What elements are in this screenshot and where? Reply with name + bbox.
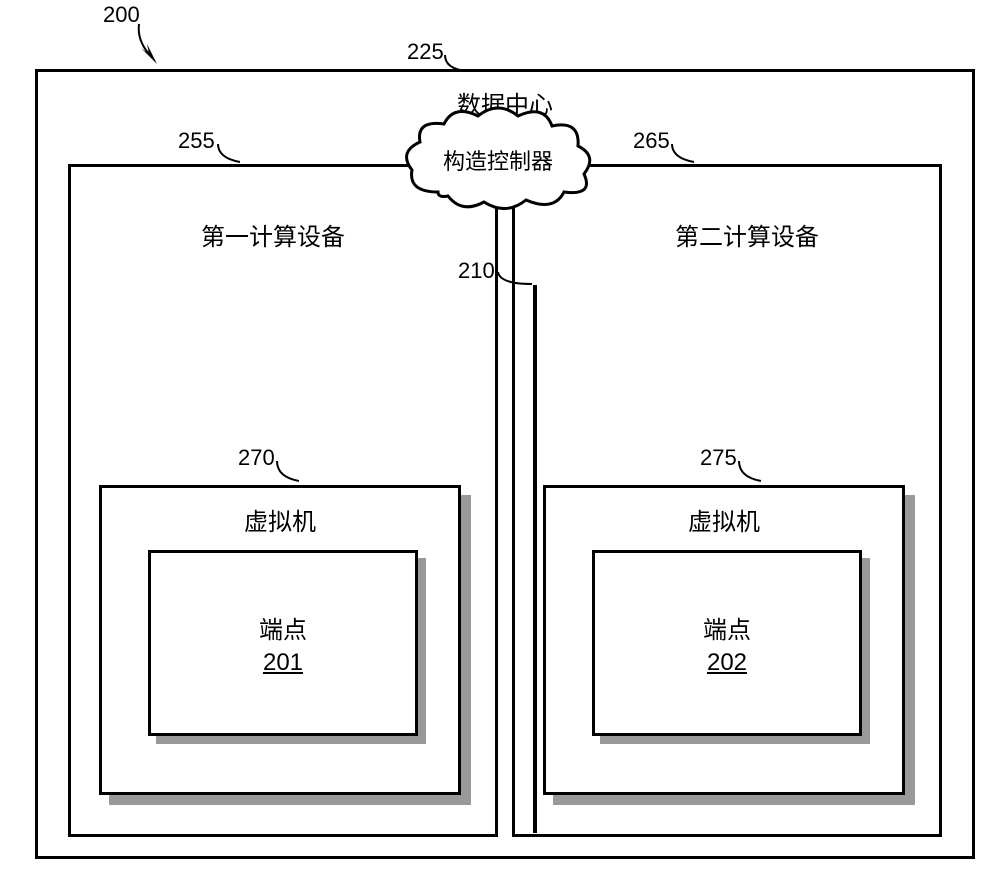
leader-265 [670,142,698,166]
leader-270 [275,459,303,485]
ref-265: 265 [633,128,670,154]
ref-210: 210 [458,258,495,284]
vm-2-box: 虚拟机 端点 202 [543,485,905,795]
leader-210 [496,270,536,290]
vm-2-title: 虚拟机 [546,502,902,537]
controller-cloud: 构造控制器 [398,102,598,222]
ref-225: 225 [407,39,444,65]
endpoint-1-num: 201 [263,649,303,677]
endpoint-2: 端点 202 [592,550,862,736]
endpoint-1: 端点 201 [148,550,418,736]
vm-1-box: 虚拟机 端点 201 [99,485,461,795]
device-2-title: 第二计算设备 [555,217,939,252]
ref-275: 275 [700,445,737,471]
endpoint-2-title: 端点 [703,610,751,645]
device-1-title: 第一计算设备 [51,217,495,252]
device-1-box: 第一计算设备 270 虚拟机 端点 201 [68,164,498,837]
leader-200 [135,22,165,66]
vm-1: 虚拟机 端点 201 [99,485,461,795]
controller-label: 构造控制器 [398,144,598,176]
ref-255: 255 [178,128,215,154]
vm-1-title: 虚拟机 [102,502,458,537]
endpoint-1-box: 端点 201 [148,550,418,736]
vertical-separator [533,285,537,833]
endpoint-2-box: 端点 202 [592,550,862,736]
endpoint-1-title: 端点 [259,610,307,645]
ref-270: 270 [238,445,275,471]
vm-2: 虚拟机 端点 202 [543,485,905,795]
leader-255 [216,142,244,166]
leader-275 [737,459,765,485]
device-2-box: 第二计算设备 275 虚拟机 端点 202 [512,164,942,837]
endpoint-2-num: 202 [707,649,747,677]
